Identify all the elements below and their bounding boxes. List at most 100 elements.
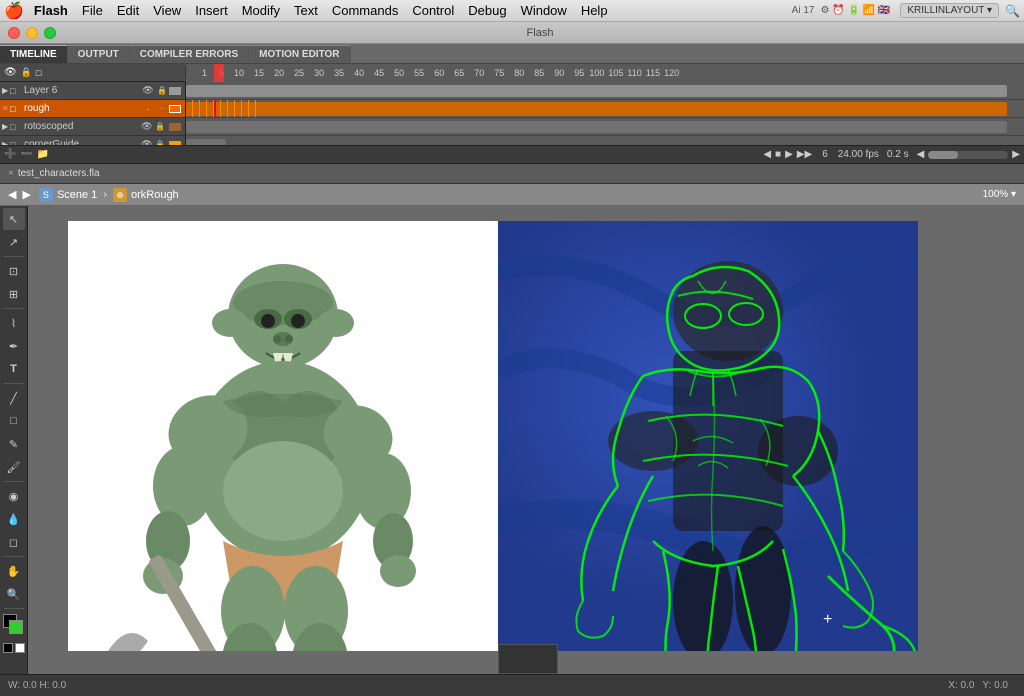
zoom-level[interactable]: 100% ▾ (983, 189, 1016, 200)
arrow-tool[interactable]: ↖ (3, 208, 25, 230)
layer-color-icon (169, 87, 181, 95)
play-btn[interactable]: ▶ (785, 149, 793, 160)
close-button[interactable] (8, 27, 20, 39)
next-frame-btn[interactable]: ▶▶ (797, 149, 812, 160)
layer-lock-icon[interactable]: 🔒 (155, 86, 169, 95)
rotoscope-svg (498, 221, 918, 651)
panel-tabs: TIMELINE OUTPUT COMPILER ERRORS MOTION E… (0, 44, 1024, 64)
menu-window[interactable]: Window (521, 3, 567, 18)
menu-help[interactable]: Help (581, 3, 608, 18)
frame-scrollbar[interactable] (928, 151, 1008, 159)
delete-layer-btn[interactable]: ➖ (20, 149, 32, 160)
symbol-icon: ⊕ (113, 188, 127, 202)
canvas-area: + (28, 206, 1024, 674)
status-icons: ⚙ ⏰ 🔋 📶 🇬🇧 (820, 5, 890, 16)
layer-eye-icon[interactable]: 👁 (141, 85, 155, 96)
menu-commands[interactable]: Commands (332, 3, 398, 18)
brush-tool[interactable]: 🖌 (3, 456, 25, 478)
white-swatch[interactable] (15, 643, 25, 653)
pen-tool[interactable]: ✒ (3, 335, 25, 357)
breadcrumb-separator: › (103, 189, 107, 201)
layer-row-cornerguide[interactable]: ▶ □ cornerGuide 👁 🔒 (0, 136, 185, 145)
menu-debug[interactable]: Debug (468, 3, 506, 18)
timeline-controls: ➕ ➖ 📁 ◀ ■ ▶ ▶▶ 6 24.00 fps 0.2 s ◀ ▶ (0, 145, 1024, 163)
3d-transform-tool[interactable]: ⊞ (3, 283, 25, 305)
frame-thumbnail-strip (498, 644, 558, 674)
layer-row[interactable]: ▶ □ Layer 6 👁 🔒 (0, 82, 185, 100)
lasso-tool[interactable]: ⌇ (3, 312, 25, 334)
menu-modify[interactable]: Modify (242, 3, 280, 18)
frames-cornerguide[interactable] (186, 136, 1024, 145)
search-icon[interactable]: 🔍 (1005, 4, 1020, 18)
maximize-button[interactable] (44, 27, 56, 39)
eye-icon[interactable]: 👁 (4, 67, 17, 78)
frames-layer6[interactable] (186, 82, 1024, 100)
menu-flash[interactable]: Flash (34, 3, 68, 18)
subselect-tool[interactable]: ↗ (3, 231, 25, 253)
layer-row-rough[interactable]: ✕ □ rough · · (0, 100, 185, 118)
stop-btn[interactable]: ■ (775, 149, 781, 160)
hand-tool[interactable]: ✋ (3, 560, 25, 582)
prev-frame-btn[interactable]: ◀ (763, 149, 771, 160)
properties-panel: W: 0.0 H: 0.0 X: 0.0 Y: 0.0 (0, 674, 1024, 696)
free-transform-tool[interactable]: ⊡ (3, 260, 25, 282)
apple-menu[interactable]: 🍎 (4, 1, 24, 21)
coord-x: X: 0.0 (948, 680, 974, 691)
scroll-right-btn[interactable]: ▶ (1012, 149, 1020, 160)
tab-motion-editor[interactable]: MOTION EDITOR (249, 45, 350, 63)
black-swatch[interactable] (3, 643, 13, 653)
menu-edit[interactable]: Edit (117, 3, 139, 18)
scene-icon: S (39, 188, 53, 202)
stroke-color-chip[interactable] (3, 614, 25, 636)
eyedropper-tool[interactable]: 💧 (3, 508, 25, 530)
eraser-tool[interactable]: ◻ (3, 531, 25, 553)
tab-compiler-errors[interactable]: COMPILER ERRORS (130, 45, 249, 63)
rect-tool[interactable]: □ (3, 410, 25, 432)
pencil-tool[interactable]: ✎ (3, 433, 25, 455)
timeline-panel: 👁 🔒 □ 1 5 10 15 20 25 30 35 40 45 50 (0, 64, 1024, 164)
scroll-left-btn[interactable]: ◀ (917, 149, 925, 160)
menu-text[interactable]: Text (294, 3, 318, 18)
tl-playhead-rough (214, 100, 216, 117)
fill-color-chip[interactable] (9, 620, 23, 634)
frames-rough[interactable] (186, 100, 1024, 118)
tab-output[interactable]: OUTPUT (68, 45, 130, 63)
layer-row-rotoscoped[interactable]: ▶ □ rotoscoped 👁 🔒 (0, 118, 185, 136)
adobe-logo: Ai 17 (792, 5, 815, 16)
stage-right[interactable] (498, 221, 918, 651)
outline-icon[interactable]: □ (36, 68, 41, 78)
file-close-btn[interactable]: × (8, 168, 14, 179)
frames-rotoscoped[interactable] (186, 118, 1024, 136)
window-title: Flash (527, 27, 554, 39)
file-tab-name[interactable]: test_characters.fla (18, 168, 100, 179)
nav-left-btn[interactable]: ◀ (8, 188, 16, 201)
nav-right-btn[interactable]: ▶ (22, 188, 30, 201)
symbol-breadcrumb[interactable]: orkRough (131, 189, 179, 201)
lock-icon[interactable]: 🔒 (21, 67, 32, 78)
rough-eye-icon[interactable]: · (141, 104, 155, 114)
playhead[interactable] (214, 64, 224, 82)
menu-file[interactable]: File (82, 3, 103, 18)
menu-bar: 🍎 Flash File Edit View Insert Modify Tex… (0, 0, 1024, 22)
menu-insert[interactable]: Insert (195, 3, 228, 18)
roto-eye-icon[interactable]: 👁 (141, 121, 155, 132)
menu-control[interactable]: Control (412, 3, 454, 18)
scene-breadcrumb[interactable]: Scene 1 (57, 189, 97, 201)
workspace-selector[interactable]: KRILLINLAYOUT ▾ (900, 3, 999, 18)
minimize-button[interactable] (26, 27, 38, 39)
stage-left[interactable] (68, 221, 498, 651)
layer-header: 👁 🔒 □ (0, 67, 186, 78)
add-layer-btn[interactable]: ➕ (4, 149, 16, 160)
roto-lock-icon[interactable]: 🔒 (155, 122, 169, 131)
tab-timeline[interactable]: TIMELINE (0, 45, 68, 63)
line-tool[interactable]: ╱ (3, 387, 25, 409)
current-frame: 6 (822, 149, 828, 160)
zoom-tool[interactable]: 🔍 (3, 583, 25, 605)
title-bar: Flash (0, 22, 1024, 44)
color-swatches (3, 643, 25, 653)
text-tool[interactable]: T (3, 358, 25, 380)
paint-bucket-tool[interactable]: ◉ (3, 485, 25, 507)
rough-lock-icon[interactable]: · (155, 104, 169, 113)
new-folder-btn[interactable]: 📁 (37, 149, 49, 160)
menu-view[interactable]: View (153, 3, 181, 18)
